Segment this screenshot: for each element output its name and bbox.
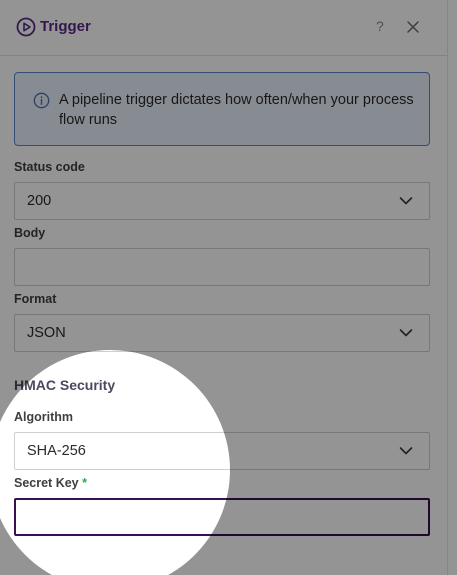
play-circle-icon	[16, 17, 36, 37]
secret-key-label-text: Secret Key	[14, 476, 79, 490]
scrollbar-track[interactable]	[447, 0, 457, 575]
hmac-section-title: HMAC Security	[14, 377, 116, 393]
algorithm-value: SHA-256	[27, 443, 86, 459]
format-label: Format	[14, 292, 57, 306]
help-button[interactable]: ?	[376, 18, 384, 34]
close-icon[interactable]	[405, 19, 421, 35]
body-label: Body	[14, 226, 46, 240]
chevron-down-icon	[399, 329, 413, 337]
trigger-panel: Trigger ? A pipeline trigger dictates ho…	[0, 0, 447, 575]
body-input[interactable]	[14, 248, 430, 286]
chevron-down-icon	[399, 447, 413, 455]
secret-key-label: Secret Key *	[14, 476, 87, 490]
secret-key-input[interactable]	[14, 498, 430, 536]
info-text: A pipeline trigger dictates how often/wh…	[59, 92, 414, 128]
status-code-label: Status code	[14, 160, 85, 174]
panel-header: Trigger ?	[0, 0, 447, 56]
info-circle-icon	[33, 92, 50, 109]
status-code-select[interactable]: 200	[14, 182, 430, 220]
status-code-value: 200	[27, 193, 52, 209]
chevron-down-icon	[399, 197, 413, 205]
info-banner: A pipeline trigger dictates how often/wh…	[14, 72, 430, 146]
required-mark: *	[82, 476, 87, 490]
algorithm-label: Algorithm	[14, 410, 74, 424]
panel-title: Trigger	[40, 18, 91, 35]
format-select[interactable]: JSON	[14, 314, 430, 352]
format-value: JSON	[27, 325, 66, 341]
algorithm-select[interactable]: SHA-256	[14, 432, 430, 470]
